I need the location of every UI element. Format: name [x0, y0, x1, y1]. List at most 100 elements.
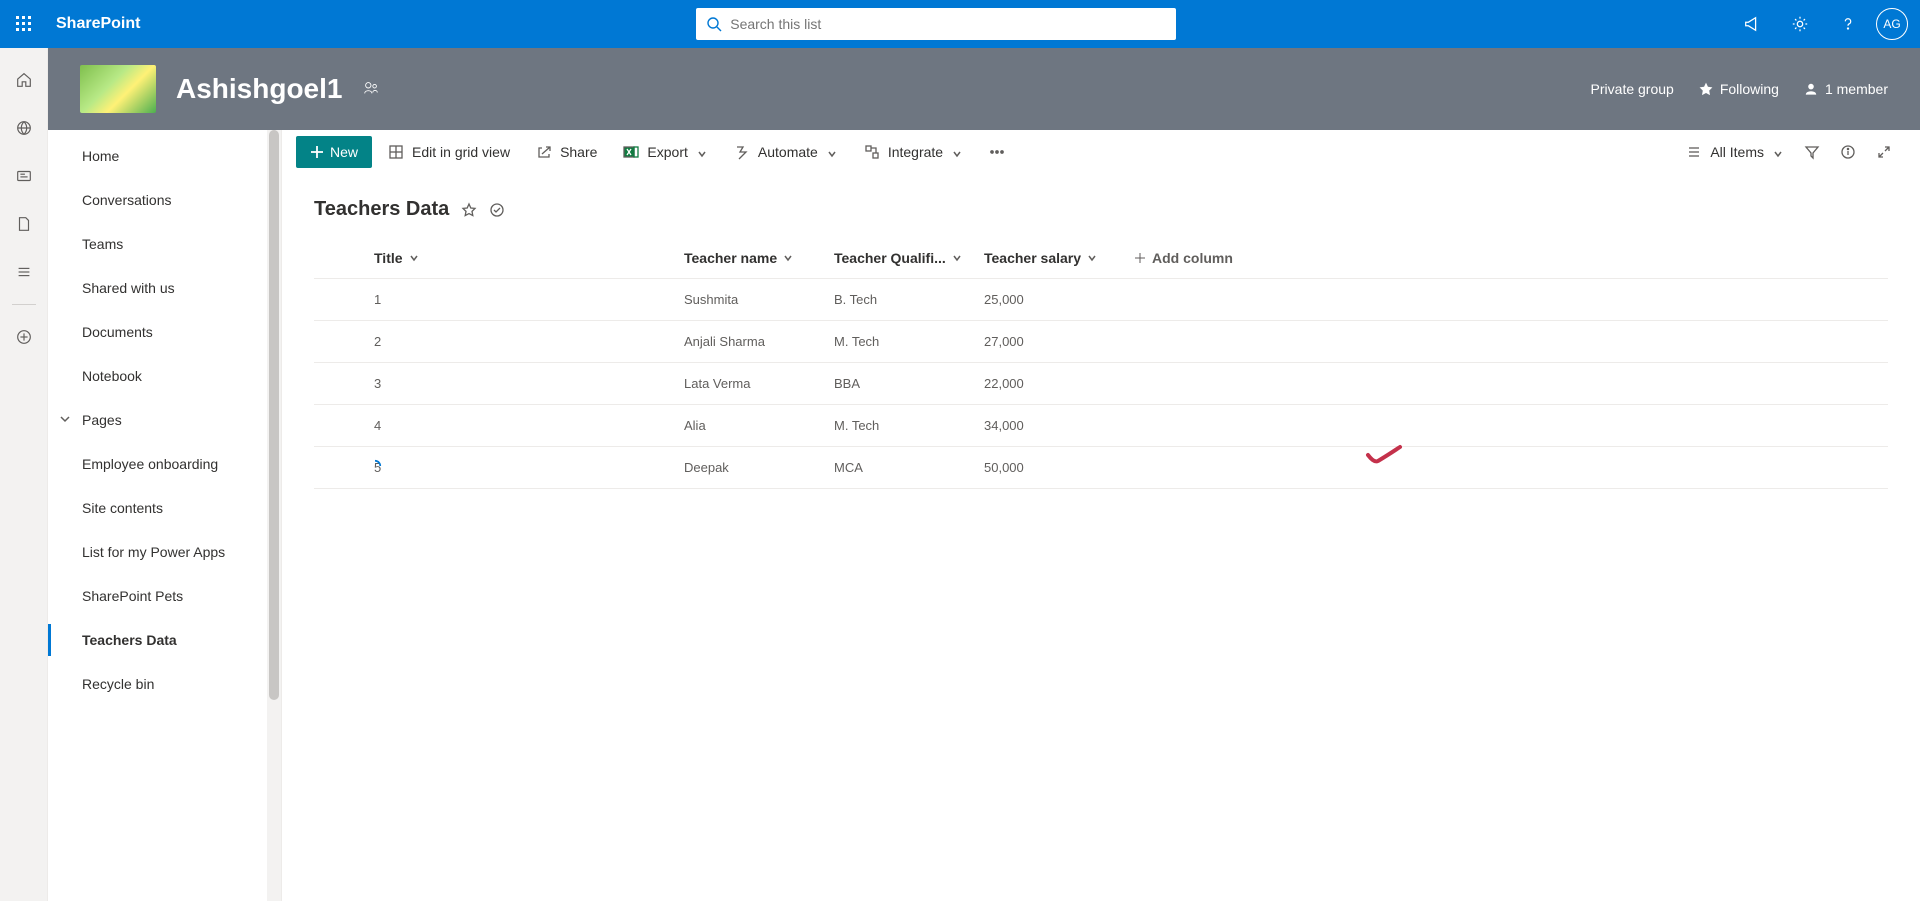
nav-item-pages[interactable]: Pages: [48, 398, 281, 442]
teams-link[interactable]: [362, 79, 380, 100]
nav-item-site-contents[interactable]: Site contents: [48, 486, 281, 530]
help-button[interactable]: [1828, 4, 1868, 44]
add-column-button[interactable]: Add column: [1134, 250, 1284, 266]
cell-title: 5: [374, 460, 684, 475]
waffle-icon: [16, 16, 32, 32]
cell-teacher-qual: B. Tech: [834, 292, 984, 307]
cell-title: 2: [374, 334, 684, 349]
main-content: New Edit in grid view Share Export Autom…: [282, 130, 1920, 901]
cell-teacher-salary: 27,000: [984, 334, 1134, 349]
nav-item-recycle-bin[interactable]: Recycle bin: [48, 662, 281, 706]
nav-item-home[interactable]: Home: [48, 134, 281, 178]
app-name[interactable]: SharePoint: [56, 15, 140, 33]
app-bar: [0, 48, 48, 901]
following-button[interactable]: Following: [1698, 81, 1779, 97]
nav-item-label: Teams: [82, 236, 123, 252]
nav-item-sharepoint-pets[interactable]: SharePoint Pets: [48, 574, 281, 618]
members-button[interactable]: 1 member: [1803, 81, 1888, 97]
app-bar-lists[interactable]: [4, 252, 44, 292]
nav-item-label: Conversations: [82, 192, 172, 208]
integrate-button[interactable]: Integrate: [854, 136, 973, 168]
cell-teacher-salary: 22,000: [984, 376, 1134, 391]
column-header-teacher-salary[interactable]: Teacher salary: [984, 250, 1134, 266]
chevron-down-icon: [1087, 253, 1097, 263]
table-row[interactable]: 5DeepakMCA50,000: [314, 447, 1888, 489]
site-header: Ashishgoel1 Private group Following 1 me…: [48, 48, 1920, 130]
nav-item-documents[interactable]: Documents: [48, 310, 281, 354]
megaphone-button[interactable]: [1732, 4, 1772, 44]
table-row[interactable]: 2Anjali SharmaM. Tech27,000: [314, 321, 1888, 363]
chevron-down-icon: [952, 253, 962, 263]
nav-item-label: Site contents: [82, 500, 163, 516]
gear-icon: [1791, 15, 1809, 33]
export-button[interactable]: Export: [613, 136, 717, 168]
cell-teacher-qual: M. Tech: [834, 418, 984, 433]
app-bar-create[interactable]: [4, 317, 44, 357]
help-icon: [1839, 15, 1857, 33]
site-logo[interactable]: [80, 65, 156, 113]
annotation-checkmark-icon: [1364, 443, 1404, 470]
cell-teacher-name: Alia: [684, 418, 834, 433]
column-header-teacher-name[interactable]: Teacher name: [684, 250, 834, 266]
nav-item-list-for-my-power-apps[interactable]: List for my Power Apps: [48, 530, 281, 574]
nav-item-label: Pages: [82, 412, 122, 428]
app-bar-files[interactable]: [4, 204, 44, 244]
plus-icon: [1134, 252, 1146, 264]
table-row[interactable]: 1SushmitaB. Tech25,000: [314, 279, 1888, 321]
app-bar-news[interactable]: [4, 156, 44, 196]
privacy-label: Private group: [1591, 81, 1674, 97]
column-header-title[interactable]: Title: [374, 250, 684, 266]
nav-item-conversations[interactable]: Conversations: [48, 178, 281, 222]
megaphone-icon: [1743, 15, 1761, 33]
globe-icon: [15, 119, 33, 137]
nav-item-teachers-data[interactable]: Teachers Data: [48, 618, 281, 662]
cell-teacher-name: Lata Verma: [684, 376, 834, 391]
integrate-icon: [864, 144, 880, 160]
search-box[interactable]: [696, 8, 1176, 40]
nav-item-employee-onboarding[interactable]: Employee onboarding: [48, 442, 281, 486]
avatar[interactable]: AG: [1876, 8, 1908, 40]
view-selector[interactable]: All Items: [1678, 136, 1792, 168]
nav-item-shared-with-us[interactable]: Shared with us: [48, 266, 281, 310]
home-icon: [15, 71, 33, 89]
share-button[interactable]: Share: [526, 136, 607, 168]
table-header: Title Teacher name Teacher Qualifi... Te…: [314, 237, 1888, 279]
list-icon: [15, 263, 33, 281]
table-row[interactable]: 4AliaM. Tech34,000: [314, 405, 1888, 447]
more-button[interactable]: [979, 136, 1015, 168]
settings-button[interactable]: [1780, 4, 1820, 44]
sidebar-scrollbar-track[interactable]: [267, 130, 281, 901]
chevron-down-icon: [1773, 149, 1783, 159]
automate-button[interactable]: Automate: [724, 136, 848, 168]
search-icon: [706, 16, 722, 32]
table-row[interactable]: 3Lata VermaBBA22,000: [314, 363, 1888, 405]
nav-item-notebook[interactable]: Notebook: [48, 354, 281, 398]
filter-icon: [1804, 144, 1820, 160]
star-icon: [1698, 81, 1714, 97]
command-bar: New Edit in grid view Share Export Autom…: [282, 130, 1920, 174]
expand-button[interactable]: [1868, 136, 1900, 168]
edit-grid-button[interactable]: Edit in grid view: [378, 136, 520, 168]
sidebar-scrollbar-thumb[interactable]: [269, 130, 279, 700]
nav-item-label: Home: [82, 148, 119, 164]
new-button[interactable]: New: [296, 136, 372, 168]
flow-icon: [734, 144, 750, 160]
search-input[interactable]: [730, 16, 1166, 32]
site-title[interactable]: Ashishgoel1: [176, 73, 342, 105]
nav-item-label: Documents: [82, 324, 153, 340]
app-bar-global[interactable]: [4, 108, 44, 148]
plus-circle-icon: [15, 328, 33, 346]
column-header-teacher-qual[interactable]: Teacher Qualifi...: [834, 250, 984, 266]
favorite-star-icon[interactable]: [461, 202, 477, 218]
filter-button[interactable]: [1796, 136, 1828, 168]
grid-icon: [388, 144, 404, 160]
nav-item-teams[interactable]: Teams: [48, 222, 281, 266]
info-button[interactable]: [1832, 136, 1864, 168]
app-bar-home[interactable]: [4, 60, 44, 100]
nav-item-label: Notebook: [82, 368, 142, 384]
app-launcher-button[interactable]: [0, 0, 48, 48]
more-icon: [989, 144, 1005, 160]
expand-icon: [1876, 144, 1892, 160]
chevron-down-icon: [783, 253, 793, 263]
cell-teacher-qual: M. Tech: [834, 334, 984, 349]
